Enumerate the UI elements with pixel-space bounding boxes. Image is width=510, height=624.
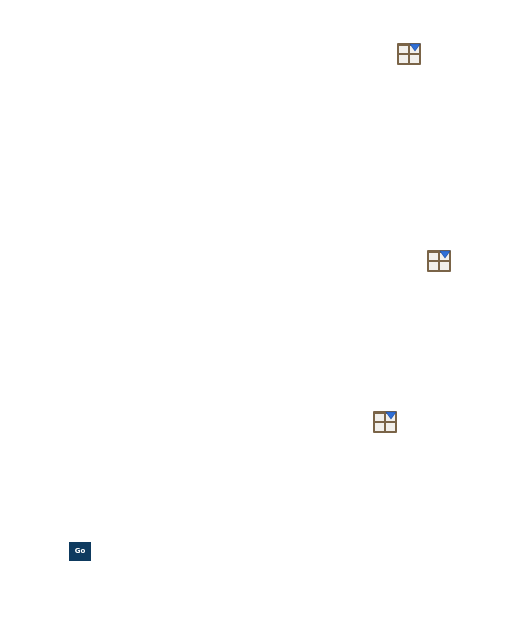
grid-dropdown-icon [427,250,451,272]
grid-dropdown-icon [397,43,421,65]
grid-dropdown-button-3[interactable] [373,411,397,433]
grid-dropdown-button-2[interactable] [427,250,451,272]
grid-dropdown-icon [373,411,397,433]
grid-dropdown-button-1[interactable] [397,43,421,65]
go-button[interactable]: Go [69,542,91,561]
